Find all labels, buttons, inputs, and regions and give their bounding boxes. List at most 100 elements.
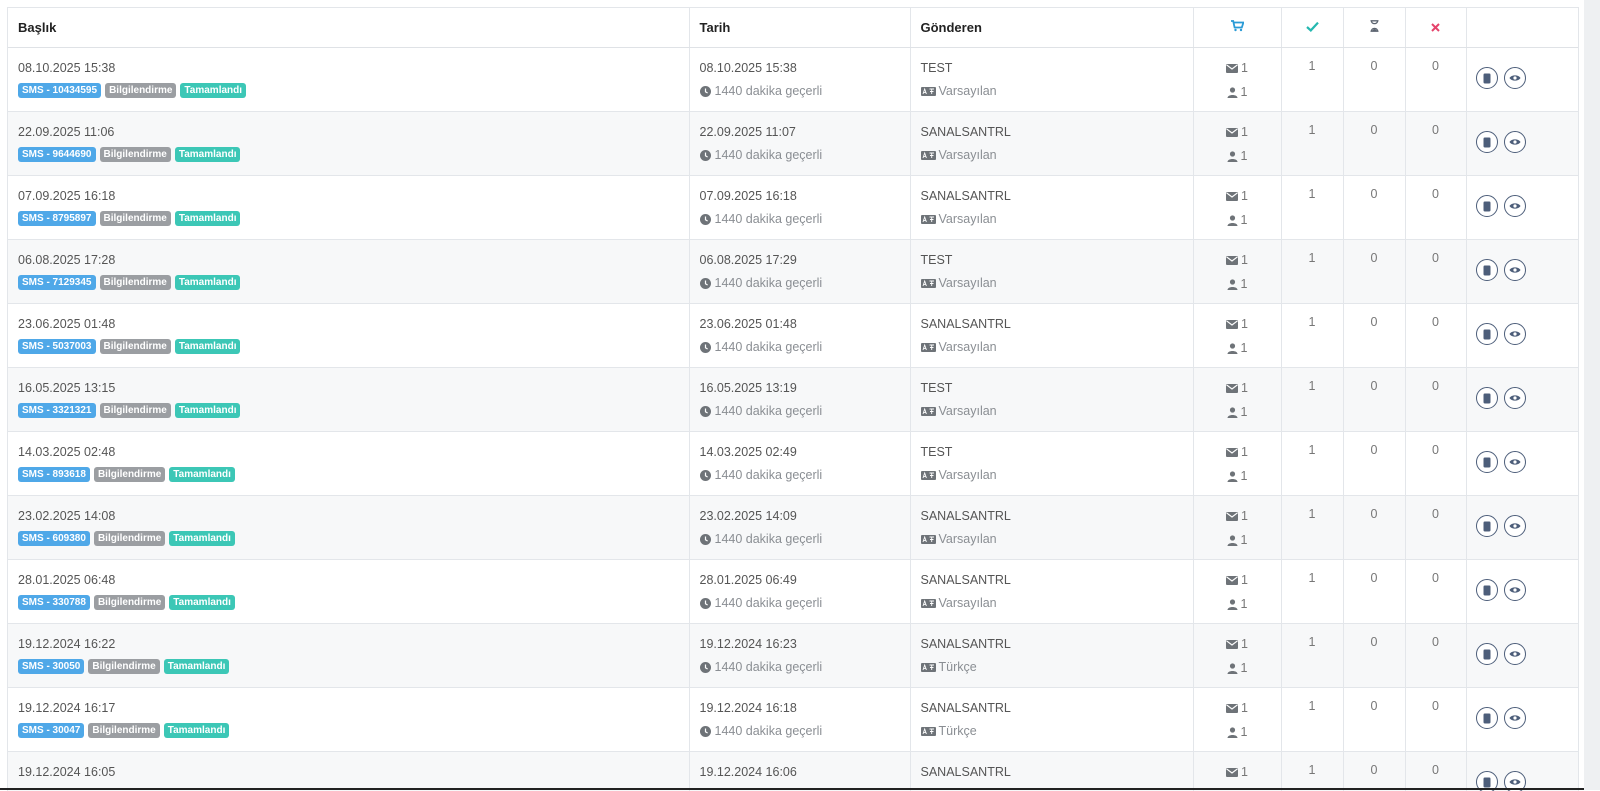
message-count: 1 — [1195, 59, 1280, 77]
table-row[interactable]: 23.02.2025 14:08 SMS - 609380 Bilgilendi… — [8, 496, 1578, 560]
clock-icon — [700, 598, 711, 609]
mobile-preview-button[interactable] — [1476, 451, 1498, 473]
clock-icon — [700, 662, 711, 673]
mobile-preview-button[interactable] — [1476, 643, 1498, 665]
recipient-count: 1 — [1195, 531, 1280, 549]
row-title[interactable]: 08.10.2025 15:38 — [18, 59, 679, 77]
actions-cell — [1466, 240, 1578, 304]
send-date: 22.09.2025 11:07 — [700, 123, 900, 141]
mobile-preview-button[interactable] — [1476, 195, 1498, 217]
row-badges: SMS - 893618 Bilgilendirme Tamamlandı — [18, 467, 679, 482]
view-details-button[interactable] — [1504, 67, 1526, 89]
table-row[interactable]: 23.06.2025 01:48 SMS - 5037003 Bilgilend… — [8, 304, 1578, 368]
table-row[interactable]: 14.03.2025 02:48 SMS - 893618 Bilgilendi… — [8, 432, 1578, 496]
row-title[interactable]: 07.09.2025 16:18 — [18, 187, 679, 205]
row-badges: SMS - 9644690 Bilgilendirme Tamamlandı — [18, 147, 679, 162]
view-details-button[interactable] — [1504, 579, 1526, 601]
pending-count: 0 — [1343, 432, 1405, 496]
view-details-button[interactable] — [1504, 451, 1526, 473]
table-row[interactable]: 28.01.2025 06:48 SMS - 330788 Bilgilendi… — [8, 560, 1578, 624]
recipient-count: 1 — [1195, 467, 1280, 485]
table-row[interactable]: 16.05.2025 13:15 SMS - 3321321 Bilgilend… — [8, 368, 1578, 432]
row-title[interactable]: 28.01.2025 06:48 — [18, 571, 679, 589]
sender-name: TEST — [921, 251, 1183, 269]
send-date: 19.12.2024 16:06 — [700, 763, 900, 781]
row-title[interactable]: 22.09.2025 11:06 — [18, 123, 679, 141]
table-row[interactable]: 08.10.2025 15:38 SMS - 10434595 Bilgilen… — [8, 48, 1578, 112]
date-cell: 19.12.2024 16:18 1440 dakika geçerli — [689, 688, 910, 752]
count-cell: 1 1 — [1193, 240, 1281, 304]
mobile-preview-button[interactable] — [1476, 579, 1498, 601]
view-details-button[interactable] — [1504, 643, 1526, 665]
mobile-preview-button[interactable] — [1476, 131, 1498, 153]
view-details-button[interactable] — [1504, 259, 1526, 281]
envelope-icon — [1226, 192, 1238, 201]
delivered-count: 1 — [1281, 752, 1343, 791]
type-badge: Bilgilendirme — [100, 275, 171, 290]
title-cell: 08.10.2025 15:38 SMS - 10434595 Bilgilen… — [8, 48, 689, 112]
phone-icon — [1483, 265, 1491, 276]
message-count: 1 — [1195, 571, 1280, 589]
recipient-count-value: 1 — [1241, 661, 1248, 675]
row-title[interactable]: 19.12.2024 16:22 — [18, 635, 679, 653]
message-count: 1 — [1195, 507, 1280, 525]
date-cell: 23.06.2025 01:48 1440 dakika geçerli — [689, 304, 910, 368]
date-cell: 14.03.2025 02:49 1440 dakika geçerli — [689, 432, 910, 496]
sender-name: SANALSANTRL — [921, 699, 1183, 717]
count-cell: 1 1 — [1193, 176, 1281, 240]
view-details-button[interactable] — [1504, 131, 1526, 153]
view-details-button[interactable] — [1504, 323, 1526, 345]
sender-cell: SANALSANTRL Varsayılan — [910, 304, 1193, 368]
view-details-button[interactable] — [1504, 707, 1526, 729]
row-title[interactable]: 23.06.2025 01:48 — [18, 315, 679, 333]
table-row[interactable]: 19.12.2024 16:05 19.12.2024 16:06 SANALS… — [8, 752, 1578, 791]
row-title[interactable]: 19.12.2024 16:05 — [18, 763, 679, 781]
date-cell: 06.08.2025 17:29 1440 dakika geçerli — [689, 240, 910, 304]
actions-cell — [1466, 752, 1578, 791]
validity-line: 1440 dakika geçerli — [700, 338, 900, 356]
language-text: Varsayılan — [939, 530, 997, 548]
row-title[interactable]: 19.12.2024 16:17 — [18, 699, 679, 717]
language-line: Varsayılan — [921, 82, 1183, 100]
user-icon — [1227, 151, 1238, 162]
failed-count: 0 — [1405, 176, 1466, 240]
date-column-header[interactable]: Tarih — [689, 8, 910, 48]
row-title[interactable]: 16.05.2025 13:15 — [18, 379, 679, 397]
row-title[interactable]: 23.02.2025 14:08 — [18, 507, 679, 525]
table-row[interactable]: 19.12.2024 16:22 SMS - 30050 Bilgilendir… — [8, 624, 1578, 688]
delivered-count: 1 — [1281, 688, 1343, 752]
actions-cell — [1466, 112, 1578, 176]
title-column-header[interactable]: Başlık — [8, 8, 689, 48]
eye-icon — [1509, 458, 1521, 466]
mobile-preview-button[interactable] — [1476, 67, 1498, 89]
row-badges: SMS - 8795897 Bilgilendirme Tamamlandı — [18, 211, 679, 226]
language-icon — [921, 407, 936, 416]
mobile-preview-button[interactable] — [1476, 323, 1498, 345]
user-icon — [1227, 279, 1238, 290]
sender-cell: SANALSANTRL Türkçe — [910, 688, 1193, 752]
mobile-preview-button[interactable] — [1476, 259, 1498, 281]
vertical-scrollbar[interactable] — [1584, 0, 1600, 790]
sender-column-header[interactable]: Gönderen — [910, 8, 1193, 48]
table-row[interactable]: 19.12.2024 16:17 SMS - 30047 Bilgilendir… — [8, 688, 1578, 752]
view-details-button[interactable] — [1504, 195, 1526, 217]
date-cell: 23.02.2025 14:09 1440 dakika geçerli — [689, 496, 910, 560]
table-row[interactable]: 06.08.2025 17:28 SMS - 7129345 Bilgilend… — [8, 240, 1578, 304]
actions-cell — [1466, 304, 1578, 368]
table-row[interactable]: 07.09.2025 16:18 SMS - 8795897 Bilgilend… — [8, 176, 1578, 240]
row-title[interactable]: 14.03.2025 02:48 — [18, 443, 679, 461]
mobile-preview-button[interactable] — [1476, 707, 1498, 729]
view-details-button[interactable] — [1504, 515, 1526, 537]
message-count-value: 1 — [1241, 381, 1248, 395]
mobile-preview-button[interactable] — [1476, 387, 1498, 409]
row-title[interactable]: 06.08.2025 17:28 — [18, 251, 679, 269]
language-icon — [921, 343, 936, 352]
user-icon — [1227, 727, 1238, 738]
date-cell: 28.01.2025 06:49 1440 dakika geçerli — [689, 560, 910, 624]
count-cell: 1 1 — [1193, 368, 1281, 432]
mobile-preview-button[interactable] — [1476, 515, 1498, 537]
table-row[interactable]: 22.09.2025 11:06 SMS - 9644690 Bilgilend… — [8, 112, 1578, 176]
view-details-button[interactable] — [1504, 387, 1526, 409]
sender-cell: TEST Varsayılan — [910, 48, 1193, 112]
send-date: 19.12.2024 16:18 — [700, 699, 900, 717]
